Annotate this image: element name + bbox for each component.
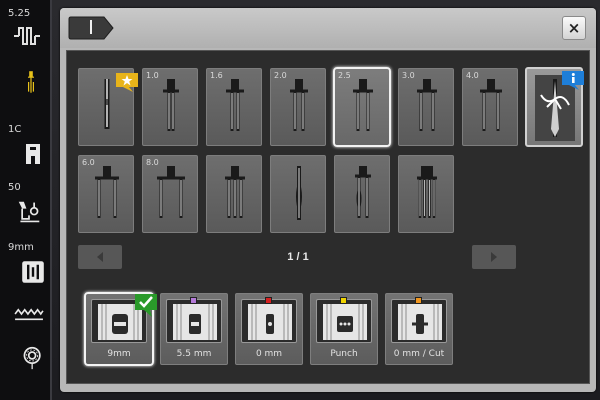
presser-foot-punch-icon (323, 304, 367, 340)
info-badge-icon[interactable] (561, 69, 585, 91)
prev-page-button[interactable] (78, 245, 122, 269)
foot-color-dot (340, 297, 347, 304)
needle-tile-single[interactable] (78, 68, 138, 146)
needle-info-tile[interactable] (525, 67, 585, 147)
presser-foot-0mm-icon (248, 304, 292, 340)
presser-foot-image (391, 299, 447, 343)
needle-tile-wing[interactable] (270, 155, 326, 233)
stitch-width-icon (14, 27, 40, 45)
needle-tile-twin-8-0[interactable]: 8.0 (142, 155, 198, 233)
needle-tab-icon (68, 16, 114, 40)
twin-needle-icon (290, 79, 308, 131)
foot-tile-9mm[interactable]: 9mm (84, 292, 157, 366)
needle-tile-twin-1-6[interactable]: 1.6 (206, 68, 262, 146)
wing-needle-icon (296, 166, 302, 220)
needle-selection-dialog: × 1.0 1.6 2.0 2.5 3.0 4.0 6.0 8.0 1 / 1 … (60, 8, 596, 392)
needle-tile-twin-6-0[interactable]: 6.0 (78, 155, 134, 233)
needle-tile-twin-4-0[interactable]: 4.0 (462, 68, 518, 146)
triple-needle-icon (225, 166, 245, 218)
twin-needle-icon (353, 79, 373, 131)
foot-color-dot (415, 297, 422, 304)
foot-label: 9mm (107, 349, 131, 359)
sidebar-item-stitch-width[interactable]: 5.25 (0, 0, 52, 52)
bobbin-icon (23, 346, 41, 370)
favorite-badge-icon (116, 73, 138, 92)
feed-dog-icon (14, 308, 44, 321)
stitch-width-value: 5.25 (8, 8, 31, 19)
presser-foot-0mm-cut-icon (398, 304, 442, 340)
twin-needle-icon (163, 79, 179, 131)
foot-label: Punch (330, 349, 358, 359)
needle-tile-twin-3-0[interactable]: 3.0 (398, 68, 454, 146)
needle-tile-twin-2-0[interactable]: 2.0 (270, 68, 326, 146)
foot-pressure-value: 50 (8, 182, 21, 193)
needle-panel: 1.0 1.6 2.0 2.5 3.0 4.0 6.0 8.0 1 / 1 9m… (66, 50, 590, 384)
stitch-plate-value: 9mm (8, 242, 34, 253)
foot-tile-punch[interactable]: Punch (310, 293, 378, 365)
presser-foot-icon (26, 144, 40, 164)
sidebar-item-needle[interactable] (0, 64, 52, 116)
presser-foot-image (241, 299, 297, 343)
twin-needle-icon (95, 166, 119, 218)
foot-label: 5.5 mm (176, 349, 212, 359)
presser-foot-5-5mm-icon (173, 304, 217, 340)
sidebar-item-foot-pressure[interactable]: 50 (0, 178, 52, 234)
quad-needle-icon (417, 166, 437, 218)
sidebar-item-stitch-plate[interactable]: 9mm (0, 238, 52, 288)
page-indicator: 1 / 1 (287, 251, 309, 263)
foot-color-dot (190, 297, 197, 304)
needle-icon (28, 71, 34, 93)
twin-needle-icon (480, 79, 502, 131)
twin-needle-icon (226, 79, 244, 131)
foot-tile-5-5mm[interactable]: 5.5 mm (160, 293, 228, 365)
foot-tile-0mm[interactable]: 0 mm (235, 293, 303, 365)
checkmark-badge-icon (135, 294, 157, 317)
twin-needle-icon (157, 166, 185, 218)
triangle-left-icon (97, 252, 103, 262)
close-button[interactable]: × (562, 16, 586, 40)
needle-tile-triple[interactable] (206, 155, 262, 233)
screen: 5.25 1C 50 9mm × 1.0 1.6 2.0 2.5 3.0 4.0… (0, 0, 600, 400)
foot-tile-0mm-cut[interactable]: 0 mm / Cut (385, 293, 453, 365)
presser-foot-value: 1C (8, 124, 22, 135)
triangle-right-icon (491, 252, 497, 262)
dialog-header: × (60, 8, 596, 48)
twin-needle-icon (417, 79, 437, 131)
needle-tile-wing-twin[interactable] (334, 155, 390, 233)
foot-label: 0 mm / Cut (393, 349, 445, 359)
next-page-button[interactable] (472, 245, 516, 269)
foot-color-dot (265, 297, 272, 304)
stitch-plate-icon (22, 261, 44, 283)
needle-tile-twin-1-0[interactable]: 1.0 (142, 68, 198, 146)
needle-tile-quad[interactable] (398, 155, 454, 233)
presser-foot-pressure-icon (18, 201, 40, 223)
sidebar-item-feed-dog[interactable] (0, 296, 52, 326)
sidebar-item-bobbin[interactable] (0, 340, 52, 380)
sidebar-item-presser-foot[interactable]: 1C (0, 118, 52, 172)
left-sidebar: 5.25 1C 50 9mm (0, 0, 52, 400)
foot-label: 0 mm (255, 349, 283, 359)
presser-foot-image (316, 299, 372, 343)
needle-tile-twin-2-5[interactable]: 2.5 (333, 67, 391, 147)
twin-wing-needle-icon (355, 166, 371, 218)
presser-foot-image (166, 299, 222, 343)
